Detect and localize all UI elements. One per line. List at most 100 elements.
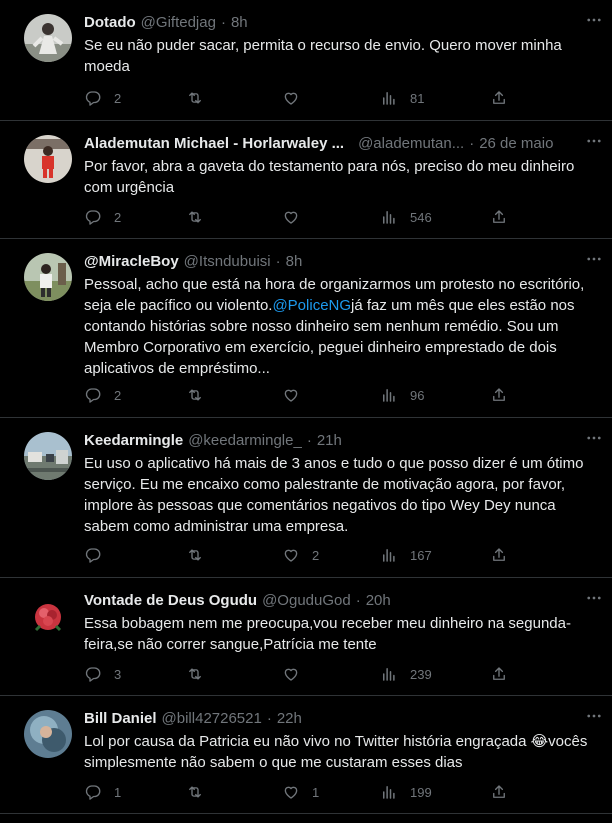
avatar[interactable] bbox=[24, 710, 72, 758]
like-button[interactable] bbox=[282, 88, 312, 108]
tweet-actions: 1 1 199 bbox=[84, 782, 524, 802]
like-button[interactable]: 2 bbox=[282, 545, 319, 565]
tweet-actions: 3 239 bbox=[84, 664, 524, 684]
tweet-text: Eu uso o aplicativo há mais de 3 anos e … bbox=[84, 455, 584, 535]
more-icon[interactable] bbox=[584, 706, 604, 726]
user-handle[interactable]: @Itsndubuisi bbox=[184, 251, 271, 273]
tweet-actions: 2 546 bbox=[84, 207, 524, 227]
user-handle[interactable]: @keedarmingle_ bbox=[188, 430, 302, 452]
mention-link[interactable]: @PoliceNG bbox=[272, 297, 351, 314]
tweet-time[interactable]: 20h bbox=[366, 590, 391, 612]
share-icon bbox=[490, 208, 508, 226]
user-handle[interactable]: @alademutan... bbox=[358, 133, 464, 155]
share-button[interactable] bbox=[490, 88, 508, 108]
share-button[interactable] bbox=[490, 545, 508, 565]
display-name[interactable]: @MiracleBoy bbox=[84, 251, 179, 273]
tweet-time[interactable]: 8h bbox=[231, 12, 248, 34]
like-button[interactable]: 1 bbox=[282, 782, 319, 802]
retweet-icon bbox=[186, 783, 204, 801]
tweet[interactable]: Dotado @Giftedjag · 8h Se eu não puder s… bbox=[0, 0, 612, 121]
tweet-text: Pessoal, acho que está na hora de organi… bbox=[84, 274, 589, 379]
retweet-icon bbox=[186, 89, 204, 107]
tweet-text: Essa bobagem nem me preocupa,vou receber… bbox=[84, 615, 571, 653]
tweet-actions: 2 96 bbox=[84, 385, 524, 405]
views-button[interactable]: 239 bbox=[380, 664, 432, 684]
reply-button[interactable]: 1 bbox=[84, 782, 121, 802]
retweet-button[interactable] bbox=[186, 207, 216, 227]
views-icon bbox=[380, 665, 398, 683]
tweet[interactable]: Alademutan Michael - Horlarwaley ... @al… bbox=[0, 121, 612, 239]
more-icon[interactable] bbox=[584, 10, 604, 30]
user-handle[interactable]: @OguduGod bbox=[262, 590, 351, 612]
view-count: 81 bbox=[410, 90, 425, 106]
like-icon bbox=[282, 546, 300, 564]
share-icon bbox=[490, 665, 508, 683]
user-handle[interactable]: @Giftedjag bbox=[141, 12, 216, 34]
share-button[interactable] bbox=[490, 782, 508, 802]
tweet[interactable]: Keedarmingle @keedarmingle_ · 21h Eu uso… bbox=[0, 418, 612, 578]
views-icon bbox=[380, 89, 398, 107]
tweet-actions: 2 167 bbox=[84, 545, 524, 565]
separator-dot: · bbox=[355, 592, 361, 609]
views-button[interactable]: 96 bbox=[380, 385, 424, 405]
tweet[interactable]: Bill Daniel @bill42726521 · 22h Lol por … bbox=[0, 696, 612, 814]
reply-button[interactable]: 3 bbox=[84, 664, 121, 684]
reply-icon bbox=[84, 783, 102, 801]
tweet[interactable]: Vontade de Deus Ogudu @OguduGod · 20h Es… bbox=[0, 578, 612, 696]
tweet-time[interactable]: 8h bbox=[286, 251, 303, 273]
views-button[interactable]: 81 bbox=[380, 88, 424, 108]
share-icon bbox=[490, 783, 508, 801]
views-button[interactable]: 167 bbox=[380, 545, 432, 565]
reply-icon bbox=[84, 546, 102, 564]
retweet-icon bbox=[186, 665, 204, 683]
views-icon bbox=[380, 783, 398, 801]
view-count: 199 bbox=[410, 784, 432, 800]
more-icon[interactable] bbox=[584, 131, 604, 151]
share-icon bbox=[490, 546, 508, 564]
like-button[interactable] bbox=[282, 207, 312, 227]
reply-count: 2 bbox=[114, 209, 122, 225]
retweet-button[interactable] bbox=[186, 782, 216, 802]
reply-button[interactable] bbox=[84, 545, 114, 565]
tweet-time[interactable]: 22h bbox=[277, 708, 302, 730]
retweet-icon bbox=[186, 386, 204, 404]
share-button[interactable] bbox=[490, 207, 508, 227]
like-count: 2 bbox=[312, 547, 320, 563]
avatar[interactable] bbox=[24, 135, 72, 183]
display-name[interactable]: Dotado bbox=[84, 12, 136, 34]
display-name[interactable]: Keedarmingle bbox=[84, 430, 183, 452]
retweet-button[interactable] bbox=[186, 88, 216, 108]
separator-dot: · bbox=[220, 14, 226, 31]
retweet-button[interactable] bbox=[186, 545, 216, 565]
tweet-time[interactable]: 26 de maio bbox=[479, 133, 553, 155]
avatar[interactable] bbox=[24, 14, 72, 62]
retweet-button[interactable] bbox=[186, 385, 216, 405]
reply-button[interactable]: 2 bbox=[84, 88, 121, 108]
avatar[interactable] bbox=[24, 253, 72, 301]
like-button[interactable] bbox=[282, 664, 312, 684]
views-button[interactable]: 199 bbox=[380, 782, 432, 802]
views-button[interactable]: 546 bbox=[380, 207, 432, 227]
views-icon bbox=[380, 208, 398, 226]
share-button[interactable] bbox=[490, 664, 508, 684]
tweet[interactable]: @MiracleBoy @Itsndubuisi · 8h Pessoal, a… bbox=[0, 239, 612, 418]
share-button[interactable] bbox=[490, 385, 508, 405]
more-icon[interactable] bbox=[584, 249, 604, 269]
view-count: 546 bbox=[410, 209, 432, 225]
view-count: 239 bbox=[410, 666, 432, 682]
tweet-time[interactable]: 21h bbox=[317, 430, 342, 452]
more-icon[interactable] bbox=[584, 588, 604, 608]
avatar[interactable] bbox=[24, 592, 72, 640]
display-name[interactable]: Alademutan Michael - Horlarwaley ... bbox=[84, 133, 344, 155]
retweet-button[interactable] bbox=[186, 664, 216, 684]
reply-button[interactable]: 2 bbox=[84, 385, 121, 405]
like-icon bbox=[282, 665, 300, 683]
user-handle[interactable]: @bill42726521 bbox=[162, 708, 262, 730]
avatar[interactable] bbox=[24, 432, 72, 480]
like-button[interactable] bbox=[282, 385, 312, 405]
view-count: 96 bbox=[410, 387, 425, 403]
display-name[interactable]: Vontade de Deus Ogudu bbox=[84, 590, 257, 612]
reply-button[interactable]: 2 bbox=[84, 207, 121, 227]
more-icon[interactable] bbox=[584, 428, 604, 448]
display-name[interactable]: Bill Daniel bbox=[84, 708, 157, 730]
